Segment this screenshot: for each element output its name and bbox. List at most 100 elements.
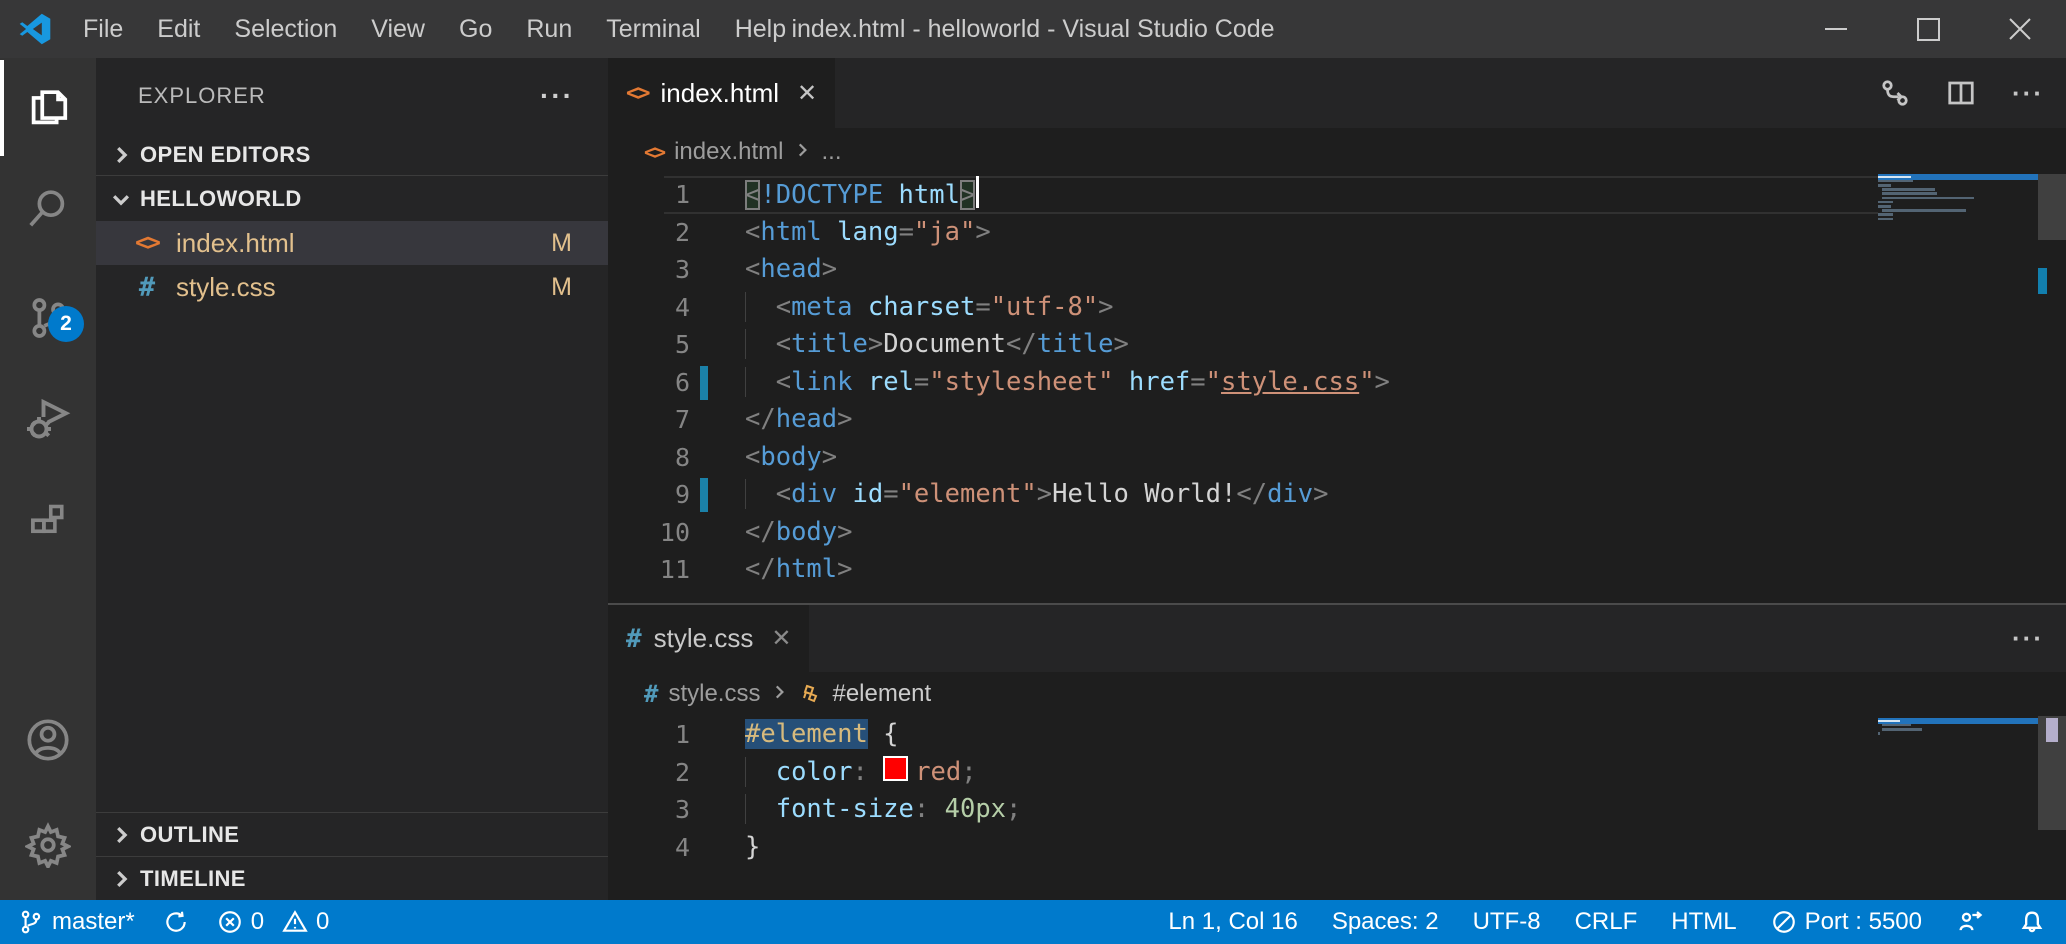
code-line-6[interactable]: 6 <link rel="stylesheet" href="style.css… [608,364,1878,402]
code-token: > [837,404,852,434]
code-line-3[interactable]: 3 font-size: 40px; [608,791,1878,829]
tab-index-html[interactable]: <> index.html ✕ [608,58,835,128]
indentation-item[interactable]: Spaces: 2 [1332,908,1439,936]
close-icon [2007,16,2033,42]
encoding-item[interactable]: UTF-8 [1473,908,1541,936]
code-token: div [1267,479,1313,509]
outline-section[interactable]: OUTLINE [96,812,608,856]
scrollbar-thumb[interactable] [2038,174,2066,240]
cursor-position-item[interactable]: Ln 1, Col 16 [1168,908,1297,936]
code-token: } [745,832,760,862]
code-line-10[interactable]: 10</body> [608,514,1878,552]
code-token: "element" [899,479,1037,509]
explorer-icon[interactable] [0,60,96,156]
eol-item[interactable]: CRLF [1575,908,1638,936]
line-number: 3 [608,251,690,289]
breadcrumb-file[interactable]: style.css [668,680,760,708]
tab-style-css[interactable]: # style.css ✕ [608,605,809,672]
language-mode-item[interactable]: HTML [1671,908,1736,936]
open-editors-section[interactable]: OPEN EDITORS [96,134,608,176]
vscode-logo-icon [18,12,52,46]
search-icon[interactable] [0,160,96,256]
menu-file[interactable]: File [66,0,140,58]
folder-section[interactable]: HELLOWORLD [96,177,608,221]
code-line-8[interactable]: 8<body> [608,439,1878,477]
code-token: > [1098,292,1113,322]
code-line-11[interactable]: 11</html> [608,551,1878,589]
source-control-icon[interactable]: 2 [0,270,96,366]
sidebar-title: EXPLORER [138,83,266,109]
account-icon[interactable] [0,692,96,788]
code-line-7[interactable]: 7</head> [608,401,1878,439]
menu-edit[interactable]: Edit [140,0,217,58]
css-file-icon: # [644,680,658,708]
maximize-button[interactable] [1882,0,1974,58]
problems-item[interactable]: 0 0 [217,908,330,936]
tab-close-icon[interactable]: ✕ [797,79,817,108]
breadcrumb-symbol[interactable]: #element [832,680,931,708]
code-token: > [960,180,975,210]
code-token: > [975,217,990,247]
menu-go[interactable]: Go [442,0,509,58]
breadcrumb-top[interactable]: <> index.html ... [608,128,2066,176]
code-token: ; [961,757,976,787]
settings-gear-icon[interactable] [0,797,96,893]
code-line-2[interactable]: 2<html lang="ja"> [608,214,1878,252]
code-editor-index-html[interactable]: 1<!DOCTYPE html>2<html lang="ja">3<head>… [608,176,1878,589]
code-token: title [791,329,868,359]
more-actions-icon[interactable]: ··· [2012,623,2044,654]
code-line-1[interactable]: 1<!DOCTYPE html> [608,176,1878,214]
sync-button[interactable] [163,909,189,935]
code-line-4[interactable]: 4} [608,829,1878,867]
breadcrumb-bottom[interactable]: # style.css #element [608,672,2066,716]
notifications-button[interactable] [2018,908,2046,936]
menu-selection[interactable]: Selection [217,0,354,58]
file-row-index.html[interactable]: <>index.htmlM [96,221,608,265]
chevron-right-icon [110,824,132,846]
code-token [1114,367,1129,397]
feedback-button[interactable] [1956,908,1984,936]
line-number: 4 [608,829,690,867]
css-file-icon: # [130,272,164,303]
code-token: ; [1006,794,1021,824]
code-line-9[interactable]: 9 <div id="element">Hello World!</div> [608,476,1878,514]
git-branch-item[interactable]: master* [18,908,135,936]
code-line-3[interactable]: 3<head> [608,251,1878,289]
code-token: { [868,719,899,749]
minimize-button[interactable] [1790,0,1882,58]
code-editor-style-css[interactable]: 1#element {2 color: red;3 font-size: 40p… [608,716,1878,866]
window-controls [1790,0,2066,58]
minimap-code-line [1878,720,1900,723]
menu-help[interactable]: Help [718,0,803,58]
html-file-icon: <> [644,140,664,164]
code-token: rel [868,367,914,397]
code-line-1[interactable]: 1#element { [608,716,1878,754]
tab-label: index.html [661,78,780,109]
extensions-icon[interactable] [0,475,96,571]
maximize-icon [1917,18,1940,41]
live-server-port-item[interactable]: Port : 5500 [1771,908,1922,936]
breadcrumb-file[interactable]: index.html [674,138,783,166]
code-token: < [745,442,760,472]
code-line-2[interactable]: 2 color: red; [608,754,1878,792]
file-row-style.css[interactable]: #style.cssM [96,265,608,309]
split-editor-icon[interactable] [1946,78,1976,108]
menu-view[interactable]: View [354,0,442,58]
breadcrumb-symbol[interactable]: ... [821,138,841,166]
explorer-actions-button[interactable]: ··· [540,80,574,112]
code-token [853,292,868,322]
run-debug-icon[interactable] [0,372,96,468]
code-token: : [914,794,929,824]
open-changes-icon[interactable] [1880,78,1910,108]
more-actions-icon[interactable]: ··· [2012,78,2044,109]
close-button[interactable] [1974,0,2066,58]
code-token: < [776,292,791,322]
code-token: </ [745,517,776,547]
code-line-5[interactable]: 5 <title>Document</title> [608,326,1878,364]
tab-close-icon[interactable]: ✕ [771,624,791,653]
code-line-4[interactable]: 4 <meta charset="utf-8"> [608,289,1878,327]
menu-terminal[interactable]: Terminal [589,0,717,58]
timeline-section[interactable]: TIMELINE [96,856,608,900]
folder-name-label: HELLOWORLD [140,186,302,212]
menu-run[interactable]: Run [509,0,589,58]
